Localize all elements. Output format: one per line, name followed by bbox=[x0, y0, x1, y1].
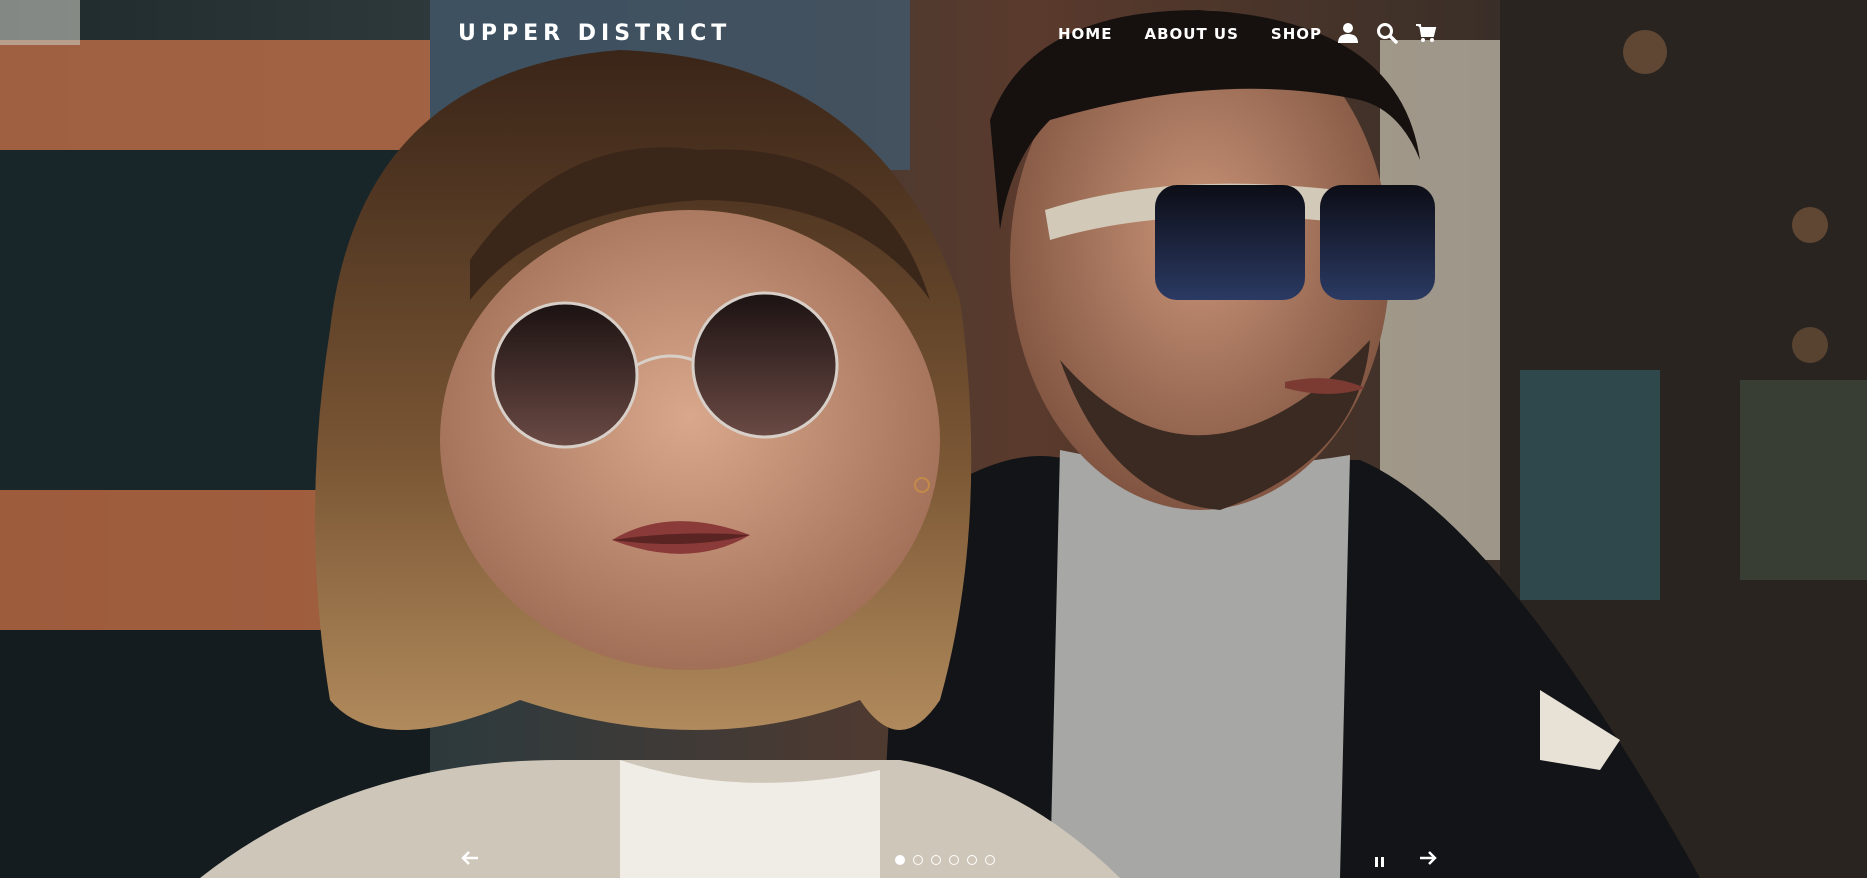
nav-about-us[interactable]: ABOUT US bbox=[1144, 25, 1238, 43]
slide-dot-5[interactable] bbox=[967, 855, 977, 865]
site-header: UPPER DISTRICT HOME ABOUT US SHOP bbox=[0, 0, 1867, 70]
slide-dot-2[interactable] bbox=[913, 855, 923, 865]
pause-icon[interactable] bbox=[1375, 854, 1387, 867]
hero-slideshow bbox=[0, 0, 1867, 878]
slide-dot-3[interactable] bbox=[931, 855, 941, 865]
cart-icon[interactable] bbox=[1415, 22, 1437, 44]
hero-image bbox=[0, 0, 1867, 878]
slide-dot-4[interactable] bbox=[949, 855, 959, 865]
slide-dots bbox=[895, 855, 1003, 865]
site-logo[interactable]: UPPER DISTRICT bbox=[458, 21, 731, 46]
main-nav: HOME ABOUT US SHOP bbox=[1058, 25, 1354, 43]
slideshow-controls bbox=[0, 838, 1867, 878]
account-icon[interactable] bbox=[1337, 22, 1359, 44]
nav-shop[interactable]: SHOP bbox=[1271, 25, 1322, 43]
slide-dot-1[interactable] bbox=[895, 855, 905, 865]
header-icons bbox=[1337, 22, 1454, 44]
next-arrow-icon[interactable] bbox=[1418, 850, 1438, 866]
slide-dot-6[interactable] bbox=[985, 855, 995, 865]
search-icon[interactable] bbox=[1376, 22, 1398, 44]
previous-arrow-icon[interactable] bbox=[460, 850, 480, 866]
nav-home[interactable]: HOME bbox=[1058, 25, 1112, 43]
